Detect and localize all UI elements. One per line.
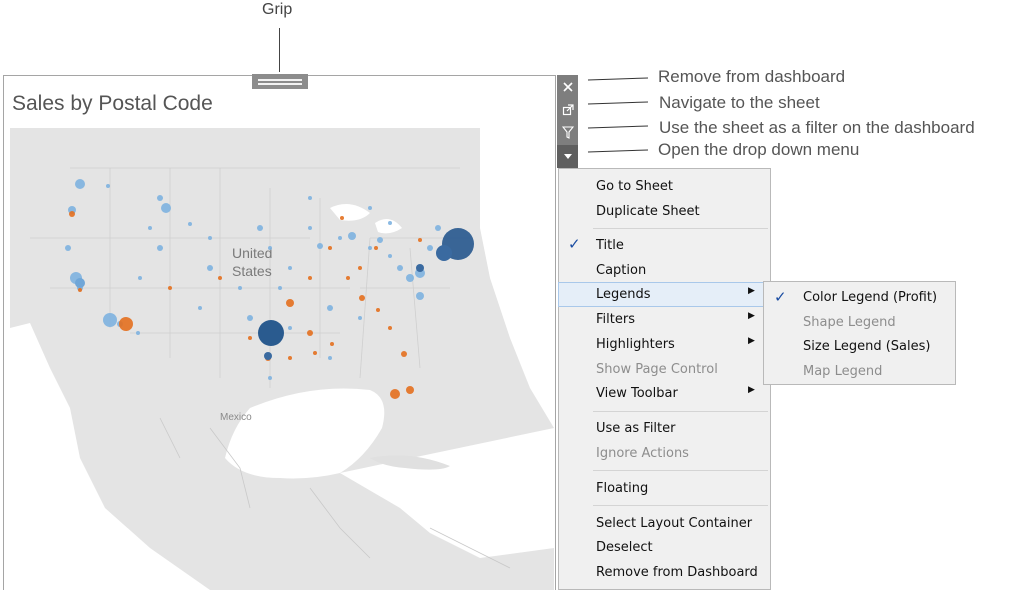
menu-item-label: Floating <box>596 481 649 496</box>
menu-separator <box>593 411 768 412</box>
caret-down-icon[interactable] <box>557 145 578 168</box>
menu-item-show-page-control: Show Page Control <box>559 358 770 381</box>
callout-remove: Remove from dashboard <box>658 67 846 86</box>
map-label-us-line1: United <box>232 245 272 261</box>
checkmark-icon: ✓ <box>568 235 581 253</box>
external-link-icon[interactable] <box>557 98 578 121</box>
menu-item-caption[interactable]: Caption <box>559 259 770 282</box>
grip-callout: Grip <box>262 1 293 18</box>
submenu-arrow-icon: ▶ <box>748 385 755 395</box>
menu-separator <box>593 228 768 229</box>
submenu-arrow-icon: ▶ <box>748 286 755 296</box>
close-icon[interactable] <box>557 75 578 98</box>
menu-item-deselect[interactable]: Deselect <box>559 536 770 559</box>
grip-callout-line <box>279 28 280 72</box>
submenu-item-map-legend: Map Legend <box>764 360 955 384</box>
map-label-mexico: Mexico <box>220 412 252 423</box>
menu-item-label: Filters <box>596 312 635 327</box>
menu-item-floating[interactable]: Floating <box>559 477 770 500</box>
map-canvas: United States Mexico <box>10 128 554 590</box>
menu-item-label: Deselect <box>596 540 653 555</box>
menu-item-duplicate-sheet[interactable]: Duplicate Sheet <box>559 200 770 223</box>
submenu-item-shape-legend: Shape Legend <box>764 311 955 335</box>
callout-dropdown: Open the drop down menu <box>658 140 860 159</box>
legends-submenu: ✓ Color Legend (Profit) Shape Legend Size… <box>763 281 956 385</box>
submenu-item-size-legend[interactable]: Size Legend (Sales) <box>764 335 955 359</box>
submenu-item-color-legend[interactable]: ✓ Color Legend (Profit) <box>764 286 955 310</box>
checkmark-icon: ✓ <box>774 288 787 306</box>
menu-item-label: Ignore Actions <box>596 446 689 461</box>
menu-separator <box>593 470 768 471</box>
dropdown-menu: Go to Sheet Duplicate Sheet ✓ Title Capti… <box>558 168 771 590</box>
callout-navigate: Navigate to the sheet <box>659 93 820 112</box>
map-label-us-line2: States <box>232 263 272 279</box>
menu-item-select-layout-container[interactable]: Select Layout Container <box>559 512 770 535</box>
callout-lines <box>587 77 649 153</box>
menu-item-label: Go to Sheet <box>596 179 673 194</box>
menu-item-title[interactable]: ✓ Title <box>559 234 770 257</box>
callout-filter: Use the sheet as a filter on the dashboa… <box>659 118 975 137</box>
menu-separator <box>593 505 768 506</box>
submenu-item-label: Map Legend <box>803 364 883 379</box>
menu-item-go-to-sheet[interactable]: Go to Sheet <box>559 175 770 198</box>
menu-item-legends[interactable]: Legends ▶ <box>558 282 771 307</box>
menu-item-label: Legends <box>596 287 651 302</box>
menu-item-label: Caption <box>596 263 647 278</box>
menu-item-label: Duplicate Sheet <box>596 204 700 219</box>
menu-item-label: Select Layout Container <box>596 516 753 531</box>
sheet-toolbar <box>557 75 578 168</box>
funnel-icon[interactable] <box>557 121 578 144</box>
submenu-item-label: Shape Legend <box>803 315 896 330</box>
submenu-arrow-icon: ▶ <box>748 336 755 346</box>
menu-item-use-as-filter[interactable]: Use as Filter <box>559 417 770 440</box>
menu-item-label: Highlighters <box>596 337 675 352</box>
menu-item-filters[interactable]: Filters ▶ <box>559 308 770 331</box>
submenu-item-label: Color Legend (Profit) <box>803 290 938 305</box>
sheet-title: Sales by Postal Code <box>12 92 213 115</box>
menu-item-ignore-actions: Ignore Actions <box>559 442 770 465</box>
menu-item-label: Remove from Dashboard <box>596 565 758 580</box>
menu-item-label: View Toolbar <box>596 386 678 401</box>
grip-handle[interactable] <box>252 74 308 89</box>
menu-item-highlighters[interactable]: Highlighters ▶ <box>559 333 770 356</box>
menu-item-label: Title <box>596 238 624 253</box>
menu-item-view-toolbar[interactable]: View Toolbar ▶ <box>559 382 770 405</box>
menu-item-label: Use as Filter <box>596 421 676 436</box>
menu-item-remove-from-dashboard[interactable]: Remove from Dashboard <box>559 561 770 584</box>
menu-item-label: Show Page Control <box>596 362 718 377</box>
submenu-item-label: Size Legend (Sales) <box>803 339 931 354</box>
submenu-arrow-icon: ▶ <box>748 311 755 321</box>
map-view[interactable]: United States Mexico <box>10 128 554 590</box>
